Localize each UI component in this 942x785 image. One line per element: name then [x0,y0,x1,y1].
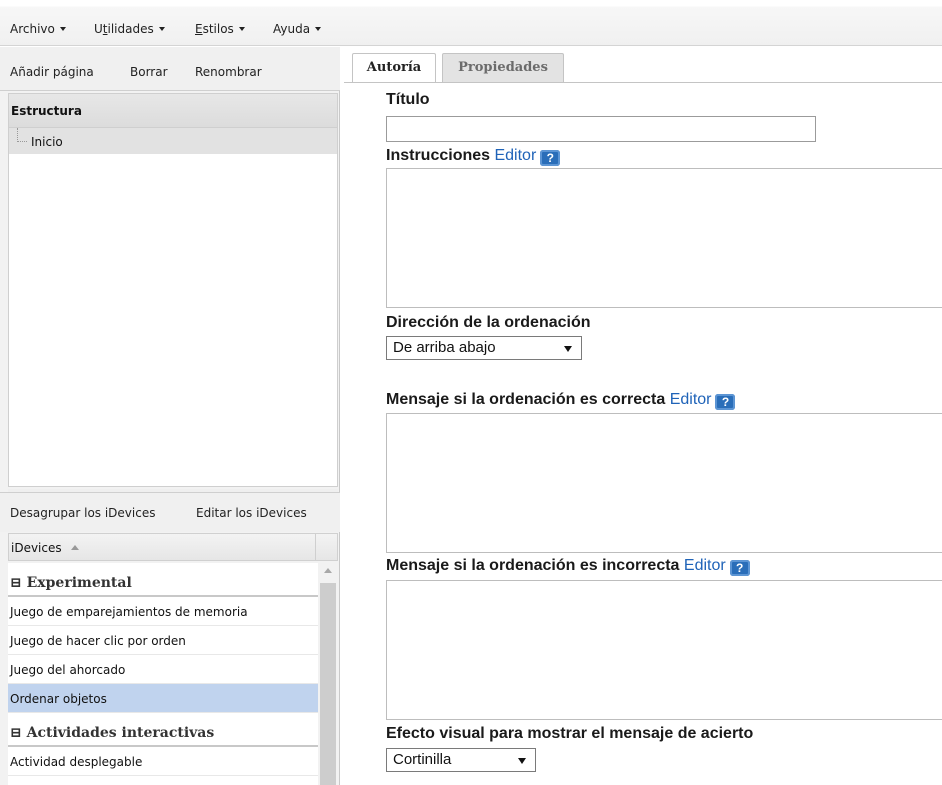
collapse-icon: ⊟ [10,575,22,591]
idevice-item[interactable]: Actividad desplegable [8,747,318,776]
rename-page-button[interactable]: Renombrar [195,65,262,79]
group-label: Actividades interactivas [26,725,215,741]
collapse-icon: ⊟ [10,725,22,741]
structure-header: Estructura [9,94,337,128]
idevices-header[interactable]: iDevices [8,533,338,561]
chevron-down-icon [158,27,165,31]
help-icon[interactable]: ? [729,560,750,576]
correcta-label: Mensaje si la ordenación es correcta Edi… [386,391,736,410]
correcta-editor[interactable] [386,413,942,553]
tree-node-label: Inicio [31,135,63,149]
incorrecta-editor-link[interactable]: Editor [684,557,726,574]
idevice-item[interactable]: Juego de emparejamientos de memoria [8,597,318,626]
ungroup-idevices-button[interactable]: Desagrupar los iDevices [10,506,155,520]
instrucciones-editor-link[interactable]: Editor [494,147,536,164]
menu-ayuda[interactable]: Ayuda [273,22,322,36]
menu-utilidades[interactable]: Utilidades [94,22,165,36]
instrucciones-editor[interactable] [386,168,942,308]
menu-bar: Archivo Utilidades Estilos Ayuda [0,0,942,46]
left-sidebar: Añadir página Borrar Renombrar Estructur… [0,47,340,785]
page-toolbar: Añadir página Borrar Renombrar [0,47,340,91]
scrollbar-thumb[interactable] [320,583,336,785]
help-icon[interactable]: ? [540,150,561,166]
menu-archivo[interactable]: Archivo [10,22,66,36]
correcta-editor-link[interactable]: Editor [670,391,712,408]
titulo-input[interactable] [386,116,816,142]
efecto-select[interactable]: Cortinilla [386,748,536,772]
idevices-list: ⊟ Experimental Juego de emparejamientos … [8,563,318,785]
tab-divider [344,82,942,83]
group-actividades-interactivas[interactable]: ⊟ Actividades interactivas [8,713,318,747]
tab-propiedades[interactable]: Propiedades [442,53,564,82]
idevice-item[interactable]: Juego de hacer clic por orden [8,626,318,655]
titulo-label: Título [386,91,430,108]
chevron-down-icon [238,27,245,31]
add-page-button[interactable]: Añadir página [10,65,94,79]
edit-idevices-button[interactable]: Editar los iDevices [196,506,307,520]
direccion-label: Dirección de la ordenación [386,314,591,331]
list-scrollbar[interactable] [318,563,338,785]
column-divider [315,534,316,560]
instrucciones-label: Instrucciones Editor? [386,147,561,166]
dropdown-arrow-icon [518,758,526,764]
direccion-select[interactable]: De arriba abajo [386,336,582,360]
incorrecta-label: Mensaje si la ordenación es incorrecta E… [386,557,750,576]
idevices-toolbar: Desagrupar los iDevices Editar los iDevi… [0,492,340,532]
efecto-label: Efecto visual para mostrar el mensaje de… [386,725,754,742]
tree-node-inicio[interactable]: Inicio [9,128,337,154]
scroll-up-icon[interactable] [324,568,332,573]
dropdown-arrow-icon [564,346,572,352]
group-label: Experimental [26,575,132,591]
idevice-item-selected[interactable]: Ordenar objetos [8,684,318,713]
menu-estilos[interactable]: Estilos [195,22,245,36]
chevron-down-icon [315,27,322,31]
chevron-down-icon [59,27,66,31]
incorrecta-editor[interactable] [386,580,942,720]
structure-panel: Estructura Inicio [8,93,338,487]
tab-autoria[interactable]: Autoría [352,53,436,83]
delete-page-button[interactable]: Borrar [130,65,168,79]
help-icon[interactable]: ? [715,394,736,410]
tree-connector [17,128,27,142]
idevices-header-label: iDevices [11,541,62,555]
idevice-item[interactable]: Juego del ahorcado [8,655,318,684]
group-experimental[interactable]: ⊟ Experimental [8,563,318,597]
sort-ascending-icon [71,545,79,550]
